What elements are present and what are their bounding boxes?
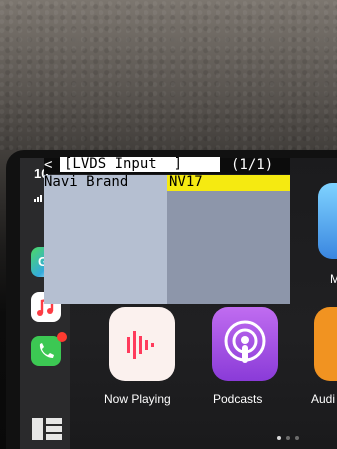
phone-icon[interactable] — [31, 336, 61, 366]
navi-brand-value[interactable]: NV17 — [169, 174, 203, 190]
maps-app-partial-icon[interactable] — [318, 183, 337, 259]
audible-label: Audi — [311, 392, 336, 406]
dashboard-leather — [0, 0, 337, 150]
page-dot[interactable] — [277, 436, 281, 440]
now-playing-label: Now Playing — [104, 392, 171, 406]
podcasts-icon[interactable] — [212, 307, 278, 381]
osd-value-column — [167, 175, 290, 304]
podcasts-label: Podcasts — [213, 392, 263, 406]
dashboard-grid-icon[interactable] — [32, 418, 62, 440]
page-dots[interactable] — [277, 425, 304, 444]
audible-icon[interactable] — [314, 307, 337, 381]
osd-page-indicator: (1/1) — [231, 157, 274, 173]
osd-back-button[interactable]: < — [44, 157, 52, 173]
photo-background: 10 G M Now Playing — [0, 0, 337, 449]
osd-label-column — [44, 175, 167, 304]
maps-app-partial-label: M — [330, 272, 337, 286]
now-playing-icon[interactable] — [109, 307, 175, 381]
osd-panel — [44, 175, 290, 304]
osd-menu-title: [LVDS Input ] — [60, 157, 220, 172]
navi-brand-label: Navi Brand — [44, 174, 129, 190]
page-dot[interactable] — [286, 436, 290, 440]
page-dot[interactable] — [295, 436, 299, 440]
notification-badge — [57, 332, 67, 342]
